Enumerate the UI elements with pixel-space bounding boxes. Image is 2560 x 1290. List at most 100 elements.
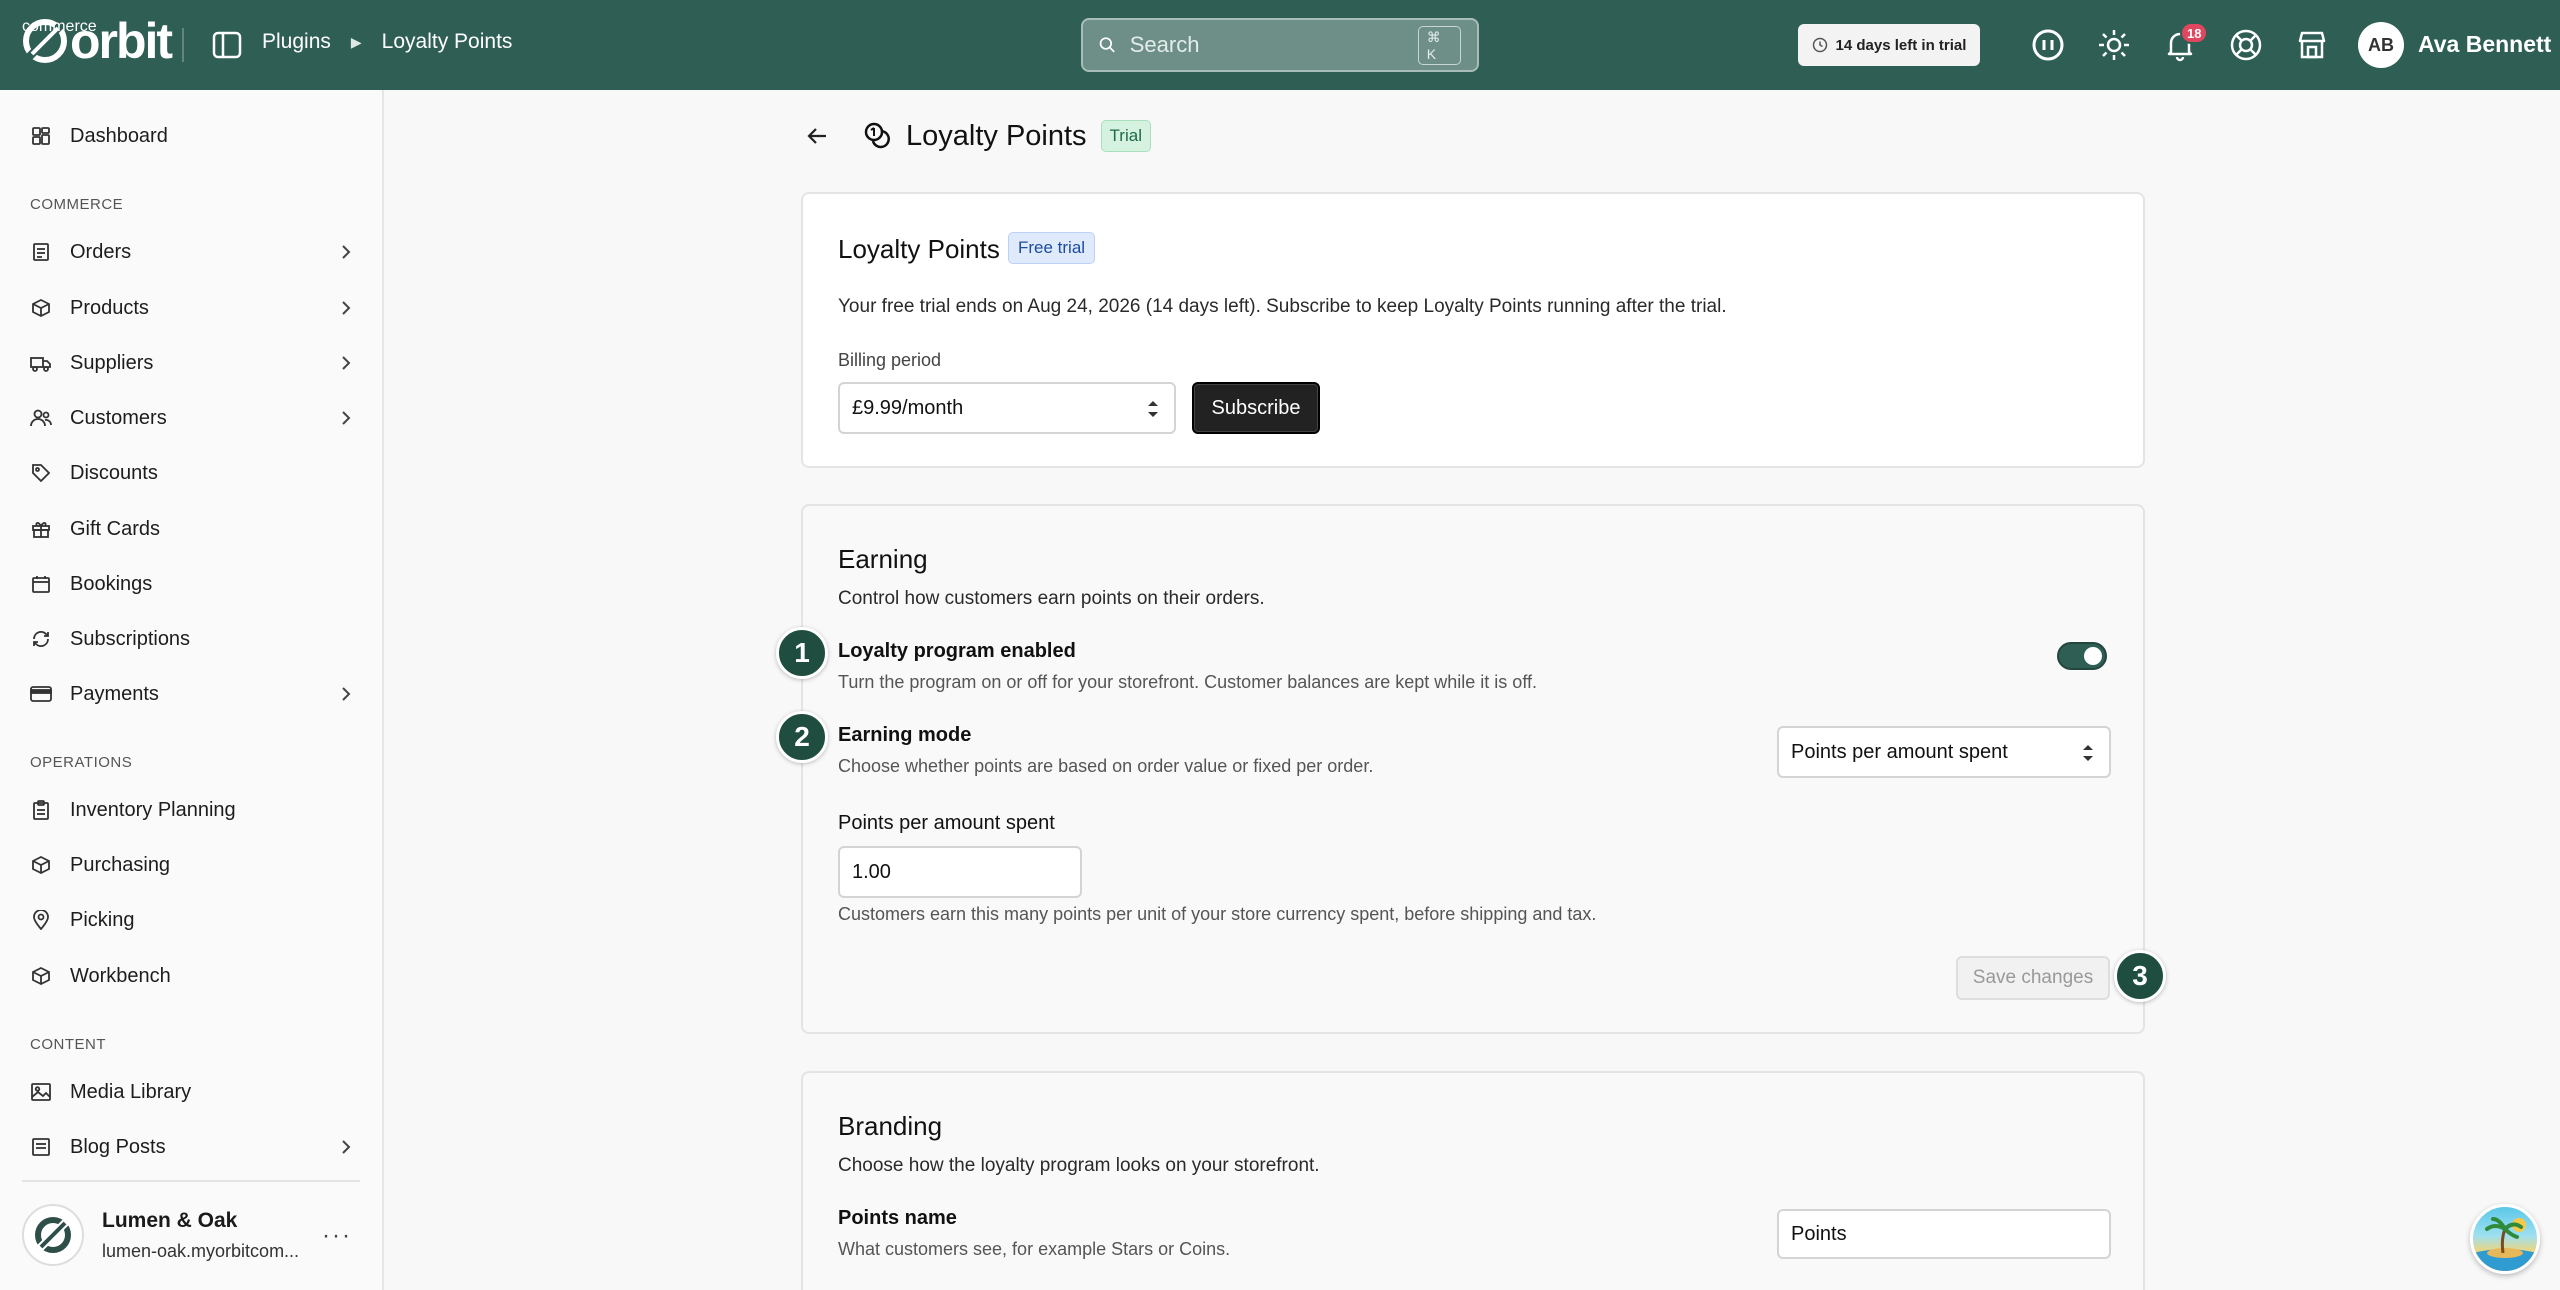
- sidebar-item-label: Discounts: [70, 461, 158, 484]
- search-box[interactable]: ⌘ K: [1081, 18, 1479, 72]
- back-arrow-icon[interactable]: [802, 121, 832, 151]
- floating-assistant-avatar[interactable]: [2470, 1204, 2540, 1274]
- page-header: Loyalty Points Trial: [802, 114, 1151, 158]
- sidebar-item-payments[interactable]: Payments: [30, 672, 358, 716]
- search-shortcut: ⌘ K: [1417, 25, 1461, 65]
- earning-mode-select[interactable]: Points per amount spent: [1777, 726, 2111, 778]
- sidebar-item-label: Media Library: [70, 1080, 192, 1103]
- sidebar-item-label: Suppliers: [70, 351, 154, 374]
- sidebar-item-label: Purchasing: [70, 853, 171, 876]
- user-name[interactable]: Ava Bennett: [2418, 31, 2551, 58]
- sidebar-item-picking[interactable]: Picking: [30, 898, 358, 942]
- map-pin-icon: [30, 909, 52, 931]
- sidebar-item-label: Subscriptions: [70, 627, 191, 650]
- storefront-icon[interactable]: [2294, 27, 2330, 63]
- products-box-icon: [30, 297, 52, 319]
- store-name: Lumen & Oak: [102, 1208, 238, 1232]
- subscription-title: Loyalty Points: [838, 234, 1000, 264]
- section-commerce: COMMERCE: [30, 196, 124, 213]
- breadcrumb-loyalty-points[interactable]: Loyalty Points: [382, 30, 513, 54]
- sidebar-item-label: Dashboard: [70, 124, 168, 147]
- credit-card-icon: [30, 683, 52, 705]
- breadcrumb-separator-icon: ▶: [350, 33, 362, 50]
- step-marker-2: 2: [776, 711, 828, 763]
- assistant-icon[interactable]: [2030, 27, 2066, 63]
- sidebar-item-bookings[interactable]: Bookings: [30, 562, 358, 606]
- notification-badge: 18: [2180, 22, 2209, 44]
- sidebar-item-customers[interactable]: Customers: [30, 396, 358, 440]
- store-info: Lumen & Oak lumen-oak.myorbitcom...: [102, 1209, 299, 1262]
- subscribe-button[interactable]: Subscribe: [1192, 382, 1320, 434]
- trial-badge: Trial: [1100, 120, 1151, 152]
- sidebar-item-media-library[interactable]: Media Library: [30, 1070, 358, 1114]
- branding-title: Branding: [838, 1111, 943, 1141]
- step-marker-1: 1: [776, 627, 828, 679]
- points-name-input[interactable]: Points: [1777, 1209, 2111, 1259]
- sidebar-item-purchasing[interactable]: Purchasing: [30, 843, 358, 887]
- sidebar-item-workbench[interactable]: Workbench: [30, 954, 358, 998]
- avatar[interactable]: AB: [2358, 22, 2404, 68]
- sidebar-toggle-icon[interactable]: [210, 28, 244, 62]
- branding-desc: Choose how the loyalty program looks on …: [838, 1155, 1320, 1176]
- billing-period-label: Billing period: [838, 350, 942, 370]
- sidebar-item-label: Products: [70, 296, 149, 319]
- sidebar-item-label: Workbench: [70, 964, 171, 987]
- store-switcher[interactable]: Lumen & Oak lumen-oak.myorbitcom... ···: [22, 1200, 362, 1270]
- billing-period-value: £9.99/month: [852, 396, 964, 419]
- dashboard-icon: [30, 125, 52, 147]
- loyalty-enabled-title: Loyalty program enabled: [838, 640, 1076, 662]
- palm-island-icon: [2473, 1217, 2537, 1271]
- trial-days-pill[interactable]: 14 days left in trial: [1798, 24, 1980, 66]
- sidebar-item-products[interactable]: Products: [30, 286, 358, 330]
- image-icon: [30, 1081, 52, 1103]
- subscription-card: Loyalty Points Free trial Your free tria…: [801, 192, 2145, 468]
- theme-sun-icon[interactable]: [2096, 27, 2132, 63]
- store-logo-icon: [22, 1204, 84, 1266]
- sidebar-divider: [22, 1180, 360, 1182]
- help-lifebuoy-icon[interactable]: [2228, 27, 2264, 63]
- sidebar-item-orders[interactable]: Orders: [30, 230, 358, 274]
- top-bar: orbit commerce Plugins ▶ Loyalty Points …: [0, 0, 2560, 90]
- sidebar-item-label: Blog Posts: [70, 1135, 166, 1158]
- points-per-amount-label: Points per amount spent: [838, 812, 1055, 834]
- page-title: Loyalty Points: [906, 119, 1087, 152]
- points-name-desc: What customers see, for example Stars or…: [838, 1239, 1231, 1259]
- sidebar-item-label: Payments: [70, 682, 159, 705]
- sidebar-item-blog-posts[interactable]: Blog Posts: [30, 1125, 358, 1169]
- sidebar-item-subscriptions[interactable]: Subscriptions: [30, 617, 358, 661]
- suppliers-truck-icon: [30, 352, 52, 374]
- sidebar-item-gift-cards[interactable]: Gift Cards: [30, 507, 358, 551]
- toggle-knob: [2084, 647, 2102, 665]
- sidebar-item-inventory-planning[interactable]: Inventory Planning: [30, 788, 358, 832]
- customers-users-icon: [30, 407, 52, 429]
- chevron-right-icon: [342, 1140, 351, 1154]
- points-name-title: Points name: [838, 1207, 957, 1229]
- gift-icon: [30, 518, 52, 540]
- sidebar-item-dashboard[interactable]: Dashboard: [30, 114, 358, 158]
- sidebar-item-label: Inventory Planning: [70, 798, 236, 821]
- points-per-amount-help: Customers earn this many points per unit…: [838, 904, 1597, 924]
- chevron-right-icon: [342, 411, 351, 425]
- search-input[interactable]: [1129, 32, 1418, 58]
- save-changes-button[interactable]: Save changes: [1956, 956, 2110, 1000]
- section-operations: OPERATIONS: [30, 754, 133, 771]
- trial-info-text: Your free trial ends on Aug 24, 2026 (14…: [838, 296, 1727, 317]
- points-per-amount-input[interactable]: 1.00: [838, 846, 1082, 898]
- earning-mode-desc: Choose whether points are based on order…: [838, 756, 1374, 776]
- search-icon: [1099, 37, 1115, 53]
- step-marker-3: 3: [2114, 950, 2166, 1002]
- store-url: lumen-oak.myorbitcom...: [102, 1240, 300, 1261]
- sidebar-item-label: Orders: [70, 240, 132, 263]
- more-options-icon[interactable]: ···: [322, 1222, 352, 1250]
- orders-icon: [30, 241, 52, 263]
- sidebar-item-suppliers[interactable]: Suppliers: [30, 341, 358, 385]
- workbench-box-icon: [30, 965, 52, 987]
- loyalty-enabled-toggle[interactable]: [2057, 642, 2107, 670]
- blog-icon: [30, 1136, 52, 1158]
- clock-icon: [1812, 37, 1827, 53]
- sidebar-item-discounts[interactable]: Discounts: [30, 451, 358, 495]
- refresh-icon: [30, 628, 52, 650]
- billing-period-select[interactable]: £9.99/month: [838, 382, 1176, 434]
- breadcrumb-plugins[interactable]: Plugins: [262, 30, 331, 54]
- earning-mode-value: Points per amount spent: [1791, 740, 2008, 763]
